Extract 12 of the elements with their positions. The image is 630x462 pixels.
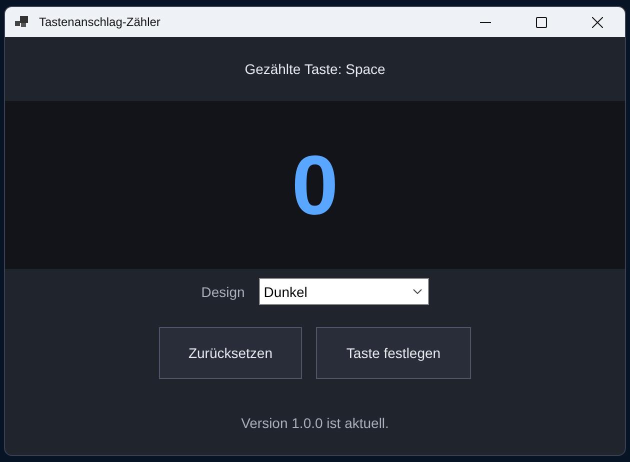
version-status: Version 1.0.0 ist aktuell.	[241, 415, 389, 431]
design-label: Design	[201, 284, 245, 300]
count-value: 0	[292, 136, 338, 234]
design-dropdown[interactable]: Dunkel	[258, 278, 429, 305]
close-icon	[592, 16, 602, 28]
reset-button[interactable]: Zurücksetzen	[159, 327, 302, 379]
window-title: Tastenanschlag-Zähler	[39, 15, 160, 29]
chevron-down-icon	[412, 289, 422, 294]
app-icon	[15, 16, 29, 28]
counted-key-label: Gezählte Taste: Space	[244, 61, 386, 77]
set-key-button[interactable]: Taste festlegen	[316, 327, 471, 379]
maximize-icon	[536, 16, 546, 28]
